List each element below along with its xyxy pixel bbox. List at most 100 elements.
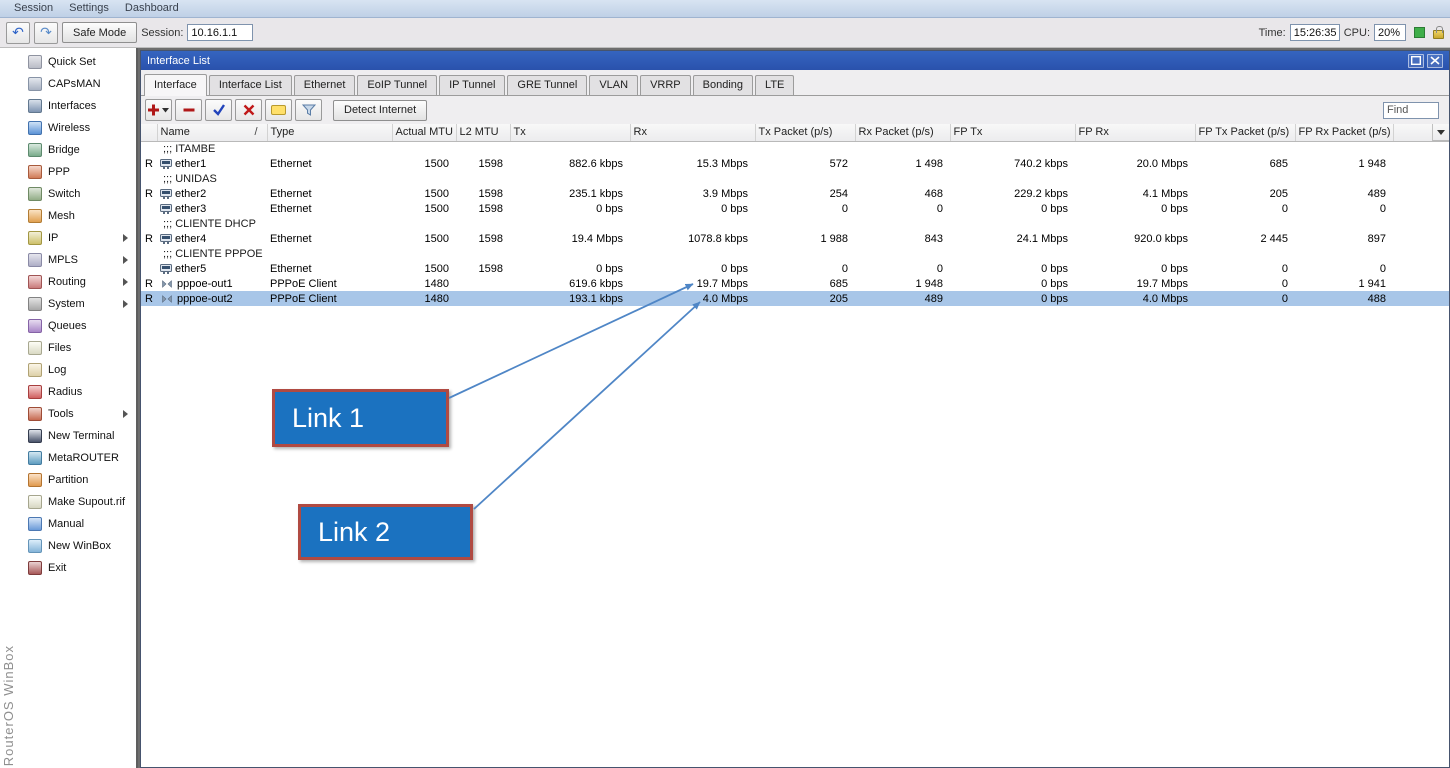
sidebar-item-mesh[interactable]: Mesh bbox=[0, 205, 136, 227]
cell-tx_pps: 685 bbox=[829, 277, 848, 290]
tab-vrrp[interactable]: VRRP bbox=[640, 75, 691, 95]
tab-vlan[interactable]: VLAN bbox=[589, 75, 639, 95]
tab-ethernet[interactable]: Ethernet bbox=[293, 75, 356, 95]
sidebar-item-interfaces[interactable]: Interfaces bbox=[0, 95, 136, 117]
maximize-button[interactable] bbox=[1408, 53, 1424, 68]
col-fp-tx[interactable]: FP Tx bbox=[950, 124, 1076, 142]
sidebar-item-mpls[interactable]: MPLS bbox=[0, 249, 136, 271]
sidebar-item-queues[interactable]: Queues bbox=[0, 315, 136, 337]
col-flags[interactable] bbox=[141, 124, 158, 142]
col-tx-packet-p-s[interactable]: Tx Packet (p/s) bbox=[755, 124, 856, 142]
cell-tx_pps: 0 bbox=[841, 262, 848, 275]
cell-fp_tx_pps: 2 445 bbox=[1260, 232, 1288, 245]
sidebar-item-partition[interactable]: Partition bbox=[0, 469, 136, 491]
undo-button[interactable]: ↶ bbox=[6, 21, 30, 44]
sidebar-item-ip[interactable]: IP bbox=[0, 227, 136, 249]
col-fp-rx-packet-p-s[interactable]: FP Rx Packet (p/s) bbox=[1295, 124, 1394, 142]
col-rx[interactable]: Rx bbox=[630, 124, 756, 142]
sidebar-item-quick-set[interactable]: Quick Set bbox=[0, 51, 136, 73]
sidebar-item-exit[interactable]: Exit bbox=[0, 557, 136, 579]
interface-row-ether5[interactable]: ether5 Ethernet 1500 1598 0 bps 0 bps 0 0 0 bps 0… bbox=[141, 261, 1449, 276]
redo-button[interactable]: ↷ bbox=[34, 21, 58, 44]
sidebar-item-new-winbox[interactable]: New WinBox bbox=[0, 535, 136, 557]
col-name[interactable]: Name / bbox=[157, 124, 268, 142]
interface-row-pppoe-out2[interactable]: Rpppoe-out2 PPPoE Client 1480 193.1 kbps 4.0… bbox=[141, 291, 1449, 306]
sidebar-item-manual[interactable]: Manual bbox=[0, 513, 136, 535]
tab-interface-list[interactable]: Interface List bbox=[208, 75, 292, 95]
column-label: Type bbox=[270, 126, 295, 139]
sidebar-item-capsman[interactable]: CAPsMAN bbox=[0, 73, 136, 95]
sidebar-item-wireless[interactable]: Wireless bbox=[0, 117, 136, 139]
tab-ip-tunnel[interactable]: IP Tunnel bbox=[439, 75, 506, 95]
session-input[interactable] bbox=[187, 24, 254, 41]
tab-bonding[interactable]: Bonding bbox=[692, 75, 754, 95]
cell-filler bbox=[1393, 186, 1449, 201]
sidebar-item-log[interactable]: Log bbox=[0, 359, 136, 381]
cell-name: ether1 bbox=[157, 156, 267, 171]
comment-row[interactable]: ;;; UNIDAS bbox=[141, 171, 1449, 186]
comment-button[interactable] bbox=[265, 99, 292, 121]
sidebar-item-bridge[interactable]: Bridge bbox=[0, 139, 136, 161]
cell-actual_mtu: 1500 bbox=[424, 232, 449, 245]
safe-mode-button[interactable]: Safe Mode bbox=[62, 22, 138, 43]
cell-rx_pps: 489 bbox=[855, 291, 950, 306]
sidebar-item-tools[interactable]: Tools bbox=[0, 403, 136, 425]
interfaces-icon bbox=[28, 99, 42, 113]
interface-row-pppoe-out1[interactable]: Rpppoe-out1 PPPoE Client 1480 619.6 kbps 19.… bbox=[141, 276, 1449, 291]
ppp-icon bbox=[28, 165, 42, 179]
add-button[interactable] bbox=[145, 99, 172, 121]
find-input[interactable] bbox=[1383, 101, 1439, 119]
menu-item-dashboard[interactable]: Dashboard bbox=[117, 0, 187, 17]
tab-lte[interactable]: LTE bbox=[755, 75, 795, 95]
menu-item-settings[interactable]: Settings bbox=[61, 0, 117, 17]
sidebar-item-label: New Terminal bbox=[48, 430, 115, 442]
queues-icon bbox=[28, 319, 42, 333]
tab-eoip-tunnel[interactable]: EoIP Tunnel bbox=[357, 75, 438, 95]
interface-row-ether2[interactable]: Rether2 Ethernet 1500 1598 235.1 kbps 3.9 Mbp… bbox=[141, 186, 1449, 201]
cell-rx_pps: 468 bbox=[924, 187, 943, 200]
close-icon bbox=[1430, 56, 1440, 65]
sidebar-item-system[interactable]: System bbox=[0, 293, 136, 315]
interface-row-ether1[interactable]: Rether1 Ethernet 1500 1598 882.6 kbps 15.3 Mb… bbox=[141, 156, 1449, 171]
tab-gre-tunnel[interactable]: GRE Tunnel bbox=[507, 75, 588, 95]
column-label: Actual MTU bbox=[395, 126, 453, 139]
interface-row-ether3[interactable]: ether3 Ethernet 1500 1598 0 bps 0 bps 0 0 0 bps 0… bbox=[141, 201, 1449, 216]
col-actual-mtu[interactable]: Actual MTU bbox=[392, 124, 457, 142]
col-type[interactable]: Type bbox=[267, 124, 393, 142]
sidebar-item-make-supout-rif[interactable]: Make Supout.rif bbox=[0, 491, 136, 513]
sidebar-item-new-terminal[interactable]: New Terminal bbox=[0, 425, 136, 447]
sidebar-item-metarouter[interactable]: MetaROUTER bbox=[0, 447, 136, 469]
cell-tx_pps: 1 988 bbox=[820, 232, 848, 245]
col-l2-mtu[interactable]: L2 MTU bbox=[456, 124, 511, 142]
interface-row-ether4[interactable]: Rether4 Ethernet 1500 1598 19.4 Mbps 1078.8 k… bbox=[141, 231, 1449, 246]
remove-button[interactable] bbox=[175, 99, 202, 121]
comment-row[interactable]: ;;; CLIENTE DHCP bbox=[141, 216, 1449, 231]
comment-row[interactable]: ;;; CLIENTE PPPOE bbox=[141, 246, 1449, 261]
filter-button[interactable] bbox=[295, 99, 322, 121]
comment-row[interactable]: ;;; ITAMBE bbox=[141, 141, 1449, 156]
column-select-button[interactable] bbox=[1432, 124, 1449, 141]
col-rx-packet-p-s[interactable]: Rx Packet (p/s) bbox=[855, 124, 951, 142]
detect-internet-button[interactable]: Detect Internet bbox=[333, 99, 428, 121]
tab-interface[interactable]: Interface bbox=[144, 74, 207, 96]
col-fp-rx[interactable]: FP Rx bbox=[1075, 124, 1196, 142]
window-titlebar[interactable]: Interface List bbox=[141, 51, 1449, 70]
sidebar-item-ppp[interactable]: PPP bbox=[0, 161, 136, 183]
sidebar-item-files[interactable]: Files bbox=[0, 337, 136, 359]
col-fp-tx-packet-p-s[interactable]: FP Tx Packet (p/s) bbox=[1195, 124, 1296, 142]
sidebar-item-radius[interactable]: Radius bbox=[0, 381, 136, 403]
disable-button[interactable] bbox=[235, 99, 262, 121]
sidebar-item-routing[interactable]: Routing bbox=[0, 271, 136, 293]
cell-rx: 15.3 Mbps bbox=[696, 157, 748, 170]
menu-item-session[interactable]: Session bbox=[6, 0, 61, 17]
close-button[interactable] bbox=[1427, 53, 1443, 68]
interface-name: ether3 bbox=[175, 202, 207, 215]
col-tx[interactable]: Tx bbox=[510, 124, 631, 142]
cell-fp_tx_pps: 0 bbox=[1281, 202, 1288, 215]
cell-l2_mtu: 1598 bbox=[478, 187, 503, 200]
cell-flag bbox=[141, 141, 157, 156]
sidebar-item-switch[interactable]: Switch bbox=[0, 183, 136, 205]
enable-button[interactable] bbox=[205, 99, 232, 121]
cell-flag: R bbox=[145, 157, 153, 170]
cell-fp_tx: 740.2 kbps bbox=[1014, 157, 1068, 170]
